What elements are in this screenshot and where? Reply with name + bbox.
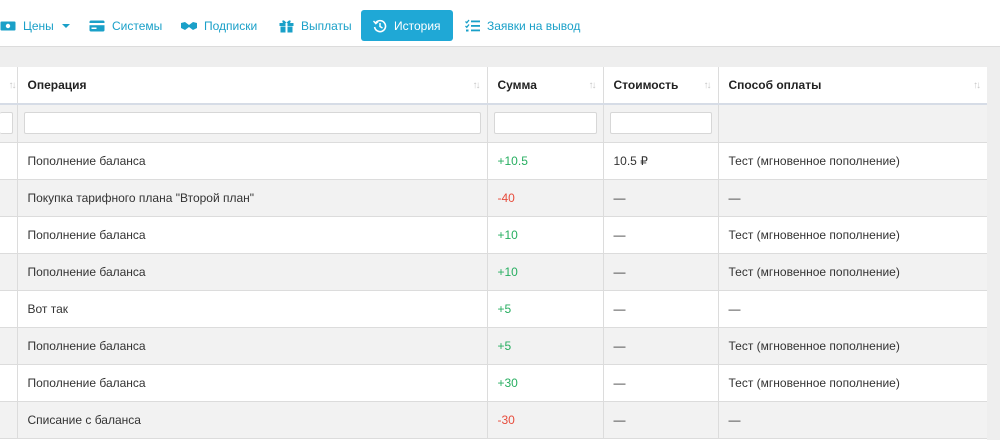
cell-cost: —	[603, 179, 719, 217]
filter-cell-partial	[0, 104, 18, 143]
cell-partial	[0, 327, 18, 365]
column-header-partial[interactable]: ↑↓	[0, 67, 18, 105]
filter-cell-payment-method	[718, 104, 987, 143]
cell-amount: -40	[487, 179, 604, 217]
nav-systems-label: Системы	[112, 18, 163, 33]
history-icon	[373, 19, 387, 33]
table-row: Пополнение баланса +5— Тест (мгновенное по…	[0, 327, 987, 365]
cell-partial	[0, 179, 18, 217]
cell-payment-method: Тест (мгновенное пополнение)	[718, 253, 987, 291]
nav-prices-label: Цены	[23, 18, 54, 33]
nav-payouts-label: Выплаты	[301, 18, 352, 33]
cell-amount: -30	[487, 401, 604, 439]
nav-subscriptions-label: Подписки	[204, 18, 258, 33]
chevron-down-icon	[61, 23, 70, 28]
cell-payment-method: Тест (мгновенное пополнение)	[718, 364, 987, 402]
cell-payment-method: Тест (мгновенное пополнение)	[718, 216, 987, 254]
table-row: Покупка тарифного плана "Второй план" -40…	[0, 179, 987, 217]
table-row: Вот так +5— —	[0, 290, 987, 328]
cell-cost: —	[603, 364, 719, 402]
cell-partial	[0, 401, 18, 439]
handshake-icon	[181, 20, 197, 32]
cell-cost: —	[603, 401, 719, 439]
filter-cell-amount	[487, 104, 604, 143]
cell-amount: +10	[487, 253, 604, 291]
filter-input-amount[interactable]	[493, 112, 597, 135]
table-row: Списание с баланса -30— —	[0, 401, 987, 439]
nav-history[interactable]: История	[361, 10, 453, 41]
nav-systems[interactable]: Системы	[89, 10, 162, 41]
cell-operation: Пополнение баланса	[17, 327, 488, 365]
table-body: Пополнение баланса +10.5 10.5 ₽ Тест (мгнов…	[0, 142, 987, 439]
sort-icon: ↑↓	[703, 80, 712, 91]
cell-cost: —	[603, 253, 719, 291]
history-table: ↑↓ Операция ↑↓ Сумма ↑↓ Стоимость ↑↓ Способ…	[0, 67, 987, 439]
gift-icon	[279, 19, 294, 33]
table-row: Пополнение баланса +10— Тест (мгновенное п…	[0, 216, 987, 254]
cell-amount: +30	[487, 364, 604, 402]
cell-partial	[0, 253, 18, 291]
sort-icon: ↑↓	[472, 80, 481, 91]
cell-payment-method: —	[718, 179, 987, 217]
cell-cost: 10.5 ₽	[603, 142, 719, 180]
column-header-label: Способ оплаты	[728, 78, 822, 92]
cell-operation: Пополнение баланса	[17, 364, 488, 402]
cell-partial	[0, 216, 18, 254]
cell-cost: —	[603, 216, 719, 254]
table-row: Пополнение баланса +10.5 10.5 ₽ Тест (мгнов…	[0, 142, 987, 180]
nav-withdraw-requests[interactable]: Заявки на вывод	[465, 10, 580, 41]
filter-input-cost[interactable]	[609, 112, 712, 135]
sort-icon: ↑↓	[8, 80, 17, 91]
filter-input-operation[interactable]	[23, 112, 481, 135]
nav-history-label: История	[394, 18, 441, 33]
cell-operation: Пополнение баланса	[17, 216, 488, 254]
cell-payment-method: Тест (мгновенное пополнение)	[718, 142, 987, 180]
filter-row	[0, 104, 987, 143]
column-header-cost[interactable]: Стоимость ↑↓	[603, 67, 719, 105]
cell-amount: +5	[487, 290, 604, 328]
cell-payment-method: —	[718, 290, 987, 328]
cell-operation: Покупка тарифного плана "Второй план"	[17, 179, 488, 217]
top-navbar: Цены Системы Подписки Выплаты История За…	[0, 0, 1000, 47]
cell-cost: —	[603, 327, 719, 365]
cell-operation: Пополнение баланса	[17, 142, 488, 180]
table-header-row: ↑↓ Операция ↑↓ Сумма ↑↓ Стоимость ↑↓ Способ…	[0, 67, 987, 105]
column-header-operation[interactable]: Операция ↑↓	[17, 67, 488, 105]
column-header-label: Операция	[27, 78, 87, 92]
nav-withdraw-label: Заявки на вывод	[487, 18, 581, 33]
table-row: Пополнение баланса +30— Тест (мгновенное п…	[0, 364, 987, 402]
table-row: Пополнение баланса +10— Тест (мгновенное п…	[0, 253, 987, 291]
nav-prices[interactable]: Цены	[0, 10, 76, 41]
cell-amount: +10.5	[487, 142, 604, 180]
cell-partial	[0, 142, 18, 180]
column-header-payment-method[interactable]: Способ оплаты ↑↓	[718, 67, 987, 105]
tasks-list-icon	[465, 19, 480, 33]
column-header-label: Сумма	[497, 78, 537, 92]
nav-payouts[interactable]: Выплаты	[279, 10, 352, 41]
sort-icon: ↑↓	[588, 80, 597, 91]
history-table-container: ↑↓ Операция ↑↓ Сумма ↑↓ Стоимость ↑↓ Способ…	[0, 67, 987, 440]
column-header-amount[interactable]: Сумма ↑↓	[487, 67, 604, 105]
filter-input-partial[interactable]	[0, 112, 13, 135]
cell-payment-method: Тест (мгновенное пополнение)	[718, 327, 987, 365]
sort-icon: ↑↓	[973, 80, 981, 91]
cell-partial	[0, 364, 18, 402]
cell-amount: +5	[487, 327, 604, 365]
cell-partial	[0, 290, 18, 328]
cell-payment-method: —	[718, 401, 987, 439]
cell-amount: +10	[487, 216, 604, 254]
nav-subscriptions[interactable]: Подписки	[181, 10, 257, 41]
cell-operation: Вот так	[17, 290, 488, 328]
filter-cell-operation	[17, 104, 488, 143]
cell-operation: Списание с баланса	[17, 401, 488, 439]
money-icon	[0, 20, 16, 32]
cell-operation: Пополнение баланса	[17, 253, 488, 291]
filter-cell-cost	[603, 104, 719, 143]
credit-card-icon	[89, 20, 105, 32]
column-header-label: Стоимость	[613, 78, 679, 92]
cell-cost: —	[603, 290, 719, 328]
